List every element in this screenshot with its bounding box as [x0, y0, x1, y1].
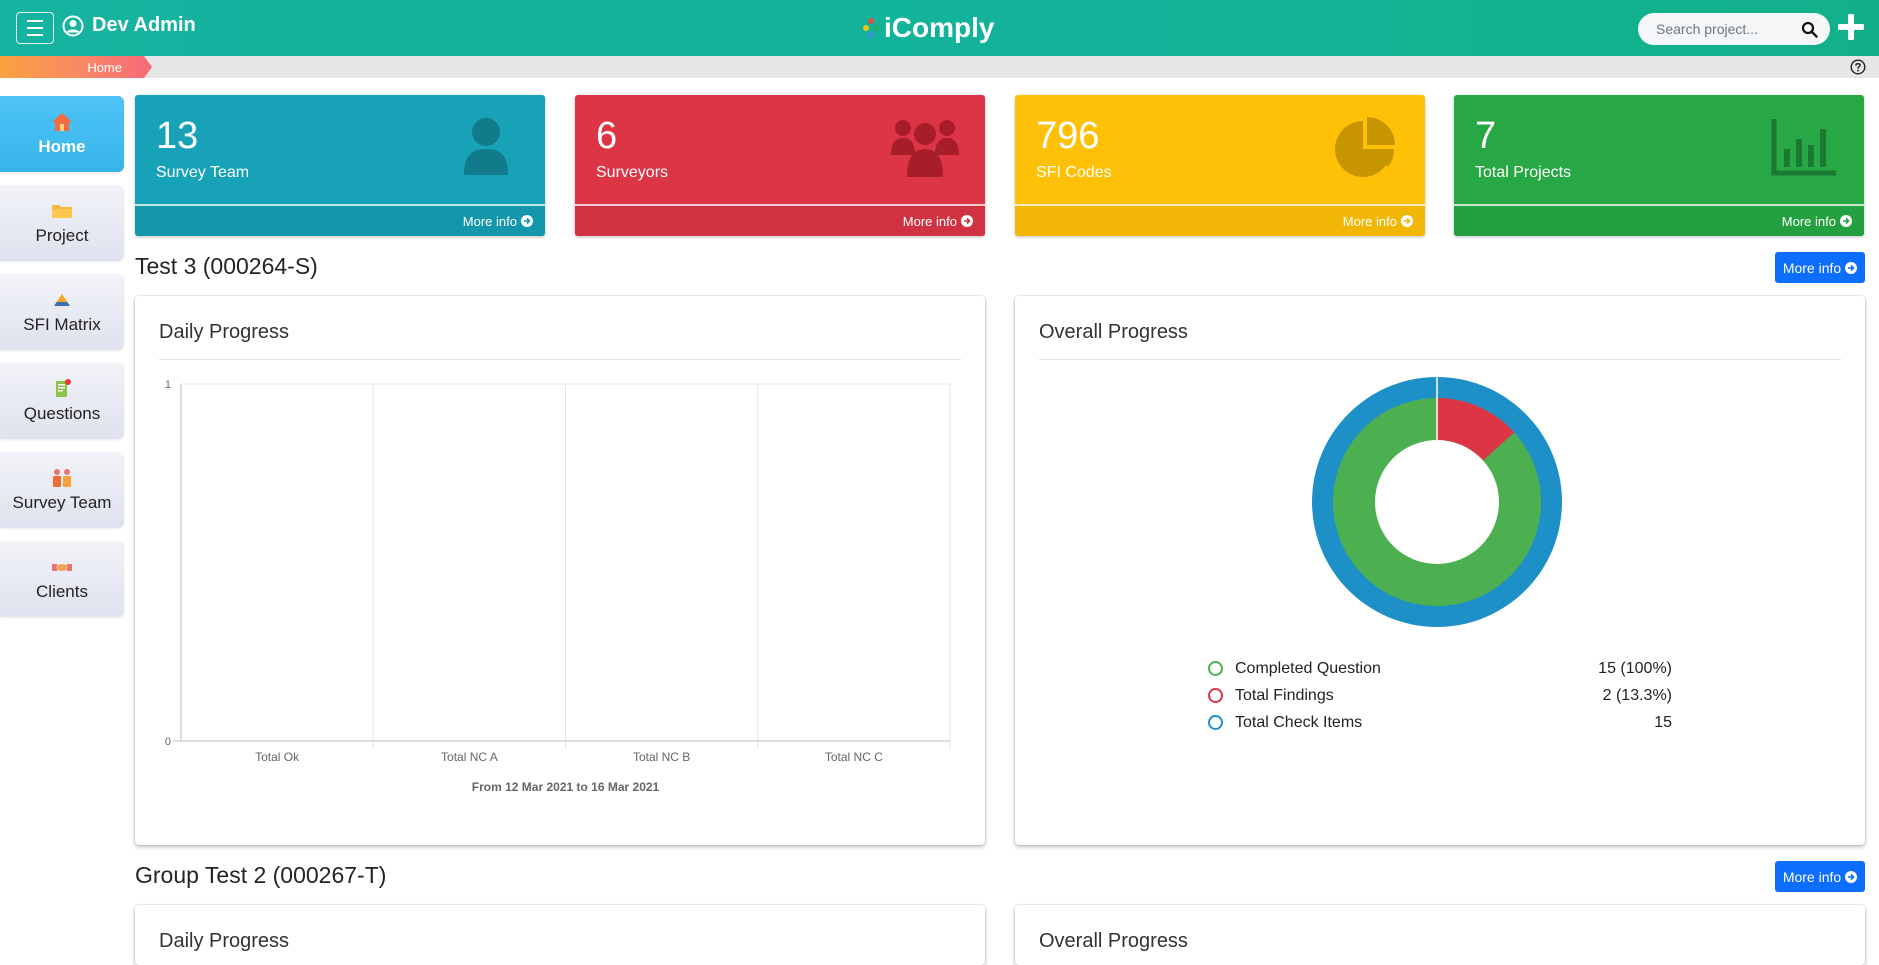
- legend-item-check-items[interactable]: Total Check Items 15: [1207, 709, 1672, 736]
- legend-item-completed[interactable]: Completed Question 15 (100%): [1207, 655, 1672, 682]
- stat-label: SFI Codes: [1036, 164, 1112, 181]
- legend-value: 2 (13.3%): [1602, 686, 1672, 704]
- legend-value: 15: [1654, 713, 1672, 731]
- user-menu[interactable]: Dev Admin: [62, 14, 196, 37]
- y-tick-label: 1: [165, 379, 171, 391]
- legend-marker: [1208, 715, 1223, 730]
- brand-name: iComply: [884, 12, 995, 43]
- more-info-label: More info: [902, 213, 957, 229]
- x-tick-label: Total NC A: [441, 750, 498, 764]
- button-label: More info: [1782, 868, 1842, 885]
- menu-toggle-button[interactable]: [16, 12, 54, 44]
- sidebar-item-project[interactable]: Project: [0, 185, 124, 261]
- arrow-circle-right-icon: [1845, 870, 1858, 883]
- pyramid-icon: [54, 294, 70, 306]
- team-icon: [53, 469, 71, 487]
- project-title: Test 3 (000264-S): [135, 253, 318, 279]
- stat-label: Total Projects: [1475, 164, 1572, 181]
- x-tick-label: Total Ok: [255, 750, 300, 764]
- users-icon: [891, 120, 959, 177]
- more-info-link[interactable]: More info: [575, 204, 985, 236]
- legend-label: Total Check Items: [1235, 713, 1363, 731]
- brand-logo[interactable]: iComply: [862, 12, 994, 44]
- sidebar-item-sfi-matrix[interactable]: SFI Matrix: [0, 274, 124, 350]
- search-box: [1638, 13, 1830, 45]
- more-info-link[interactable]: More info: [1454, 204, 1864, 236]
- stat-label: Survey Team: [156, 164, 250, 181]
- folder-icon: [52, 205, 72, 218]
- daily-progress-chart: 0 1 Total Ok Total NC A Total NC B Total NC C…: [165, 379, 951, 794]
- x-tick-label: Total NC B: [633, 750, 690, 764]
- sidebar-item-survey-team[interactable]: Survey Team: [0, 452, 124, 528]
- stat-card-sfi-codes: 796 SFI Codes More info: [1015, 95, 1425, 236]
- logo-icon: [863, 18, 879, 38]
- breadcrumb: Home: [0, 56, 1879, 78]
- add-project-button[interactable]: [1836, 10, 1866, 44]
- panel-title: Daily Progress: [159, 930, 290, 952]
- donut-hole: [1375, 440, 1499, 564]
- legend-value: 15 (100%): [1598, 659, 1672, 677]
- search-input[interactable]: [1656, 21, 1796, 37]
- legend-label: Total Findings: [1235, 686, 1334, 704]
- user-icon: [464, 118, 508, 175]
- panel-title: Overall Progress: [1039, 930, 1188, 952]
- project-title: Group Test 2 (000267-T): [135, 862, 387, 888]
- stat-label: Surveyors: [596, 164, 669, 181]
- sidebar-item-clients[interactable]: Clients: [0, 541, 124, 617]
- pie-chart-icon: [1335, 117, 1395, 177]
- user-circle-icon: [62, 15, 84, 36]
- project-more-info-button[interactable]: More info: [1775, 861, 1865, 892]
- arrow-circle-right-icon: [961, 215, 973, 227]
- y-tick-label: 0: [165, 736, 171, 748]
- sidebar-item-label: Survey Team: [12, 493, 112, 512]
- more-info-label: More info: [1342, 213, 1397, 229]
- daily-progress-panel: Daily Progress 0 1 Total Ok Total NC A Total…: [135, 296, 985, 845]
- legend-marker: [1208, 661, 1223, 676]
- overall-progress-panel: Overall Progress: [1015, 296, 1865, 845]
- house-icon: [52, 113, 72, 131]
- bar-chart-icon: [1771, 119, 1836, 176]
- more-info-link[interactable]: More info: [135, 204, 545, 236]
- stat-card-total-projects: 7 Total Projects More info: [1454, 95, 1864, 236]
- button-label: More info: [1782, 259, 1842, 276]
- stat-value: 6: [596, 115, 618, 157]
- more-info-label: More info: [462, 213, 517, 229]
- arrow-circle-right-icon: [1845, 261, 1858, 274]
- arrow-circle-right-icon: [521, 215, 533, 227]
- sidebar-item-label: Home: [38, 137, 86, 156]
- overall-progress-legend: Completed Question 15 (100%) Total Findi…: [1207, 655, 1672, 736]
- legend-item-findings[interactable]: Total Findings 2 (13.3%): [1207, 682, 1672, 709]
- sidebar-item-questions[interactable]: Questions: [0, 363, 124, 439]
- legend-label: Completed Question: [1235, 659, 1381, 677]
- sidebar-item-label: Clients: [36, 582, 88, 601]
- overall-progress-panel: Overall Progress: [1015, 905, 1865, 965]
- project-more-info-button[interactable]: More info: [1775, 252, 1865, 283]
- user-name: Dev Admin: [92, 14, 196, 36]
- handshake-icon: [52, 564, 72, 571]
- stat-card-surveyors: 6 Surveyors More info: [575, 95, 985, 236]
- sidebar-item-label: Project: [35, 226, 89, 245]
- clipboard-icon: [56, 379, 71, 397]
- stat-card-survey-team: 13 Survey Team More info: [135, 95, 545, 236]
- x-axis-label: From 12 Mar 2021 to 16 Mar 2021: [472, 780, 660, 794]
- sidebar-item-label: Questions: [23, 404, 101, 423]
- help-icon[interactable]: [1850, 59, 1866, 75]
- arrow-circle-right-icon: [1401, 215, 1413, 227]
- daily-progress-panel: Daily Progress: [135, 905, 985, 965]
- more-info-link[interactable]: More info: [1015, 204, 1425, 236]
- arrow-circle-right-icon: [1840, 215, 1852, 227]
- breadcrumb-home[interactable]: Home: [0, 56, 152, 78]
- sidebar-item-home[interactable]: Home: [0, 96, 124, 172]
- legend-marker: [1208, 688, 1223, 703]
- stat-value: 7: [1475, 115, 1497, 157]
- top-navbar: Dev Admin iComply: [0, 0, 1879, 56]
- overall-progress-donut: [1312, 377, 1562, 627]
- x-tick-label: Total NC C: [825, 750, 883, 764]
- stat-value: 13: [156, 115, 199, 157]
- sidebar-item-label: SFI Matrix: [23, 315, 101, 334]
- search-icon[interactable]: [1801, 21, 1818, 38]
- stat-value: 796: [1036, 115, 1100, 157]
- more-info-label: More info: [1781, 213, 1836, 229]
